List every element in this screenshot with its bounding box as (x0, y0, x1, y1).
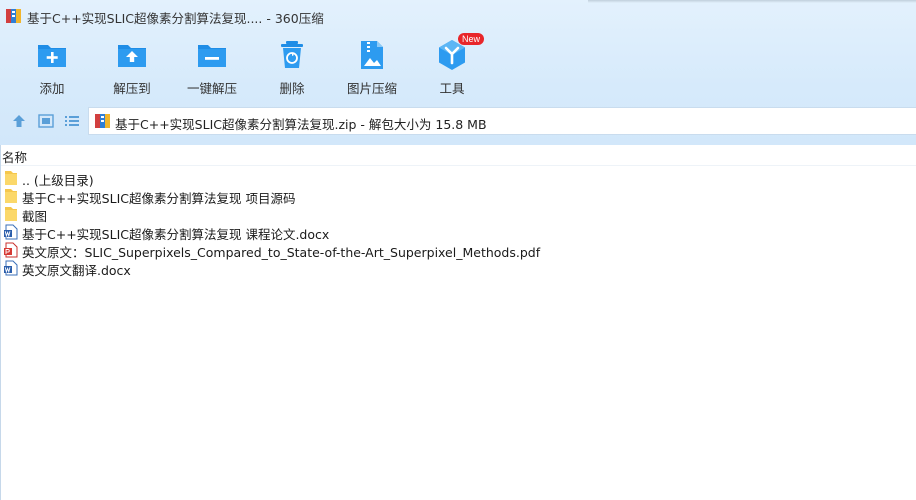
one-click-extract-button[interactable]: 一键解压 (177, 36, 247, 98)
image-compress-icon (361, 41, 383, 69)
delete-button[interactable]: 删除 (257, 36, 327, 98)
tools-label: 工具 (439, 81, 465, 96)
add-label: 添加 (39, 81, 65, 96)
window-title: 基于C++实现SLIC超像素分割算法复现.... - 360压缩 (27, 11, 324, 26)
extract-to-icon (118, 45, 146, 67)
extract-to-label: 解压到 (113, 81, 151, 96)
list-item-parent-directory[interactable]: .. (上级目录) (4, 169, 904, 188)
tools-button[interactable]: New 工具 (417, 33, 487, 98)
folder-icon (5, 189, 17, 203)
extract-to-button[interactable]: 解压到 (97, 36, 167, 98)
archive-path: 基于C++实现SLIC超像素分割算法复现.zip - 解包大小为 15.8 MB (115, 117, 487, 132)
list-view-icon[interactable] (64, 113, 80, 129)
window-chrome: 基于C++实现SLIC超像素分割算法复现.... - 360压缩 添加 解压到 (0, 0, 916, 145)
image-compress-button[interactable]: 图片压缩 (337, 36, 407, 98)
new-badge: New (458, 33, 485, 45)
file-list: 名称 .. (上级目录) 基于C++实现SLIC超像素分割算法复现 项目源码 截… (0, 145, 916, 500)
thumbnail-view-icon[interactable] (38, 113, 54, 129)
title-shadow (588, 0, 916, 3)
folder-icon (5, 207, 17, 221)
list-item-source-folder[interactable]: 基于C++实现SLIC超像素分割算法复现 项目源码 (4, 187, 904, 206)
image-compress-label: 图片压缩 (346, 81, 397, 96)
column-header-name[interactable]: 名称 (2, 147, 27, 166)
header-divider (1, 165, 916, 166)
list-item-screenshots-folder[interactable]: 截图 (4, 205, 904, 224)
up-arrow-icon[interactable] (11, 113, 27, 129)
zip-archive-icon (95, 114, 110, 128)
add-button[interactable]: 添加 (17, 36, 87, 98)
list-item-translation-docx[interactable]: 英文原文翻译.docx (4, 259, 904, 278)
delete-icon (281, 41, 303, 68)
folder-icon (5, 171, 17, 185)
add-icon (38, 45, 66, 67)
word-document-icon (4, 224, 18, 240)
word-document-icon (4, 260, 18, 276)
list-item-original-pdf[interactable]: 英文原文：SLIC_Superpixels_Compared_to_State-… (4, 241, 904, 260)
archive-app-icon (6, 9, 21, 23)
main-toolbar: 添加 解压到 一键解压 删除 图片压缩 New 工具 (0, 33, 916, 98)
delete-label: 删除 (279, 81, 305, 96)
one-click-extract-label: 一键解压 (186, 81, 237, 96)
navigation-row: 基于C++实现SLIC超像素分割算法复现.zip - 解包大小为 15.8 MB (0, 106, 916, 136)
title-bar: 基于C++实现SLIC超像素分割算法复现.... - 360压缩 (0, 0, 916, 32)
one-click-extract-icon (198, 45, 226, 67)
list-item-paper-docx[interactable]: 基于C++实现SLIC超像素分割算法复现 课程论文.docx (4, 223, 904, 242)
address-bar[interactable]: 基于C++实现SLIC超像素分割算法复现.zip - 解包大小为 15.8 MB (88, 107, 916, 135)
pdf-document-icon (4, 242, 18, 258)
file-name: 英文原文翻译.docx (22, 263, 131, 278)
